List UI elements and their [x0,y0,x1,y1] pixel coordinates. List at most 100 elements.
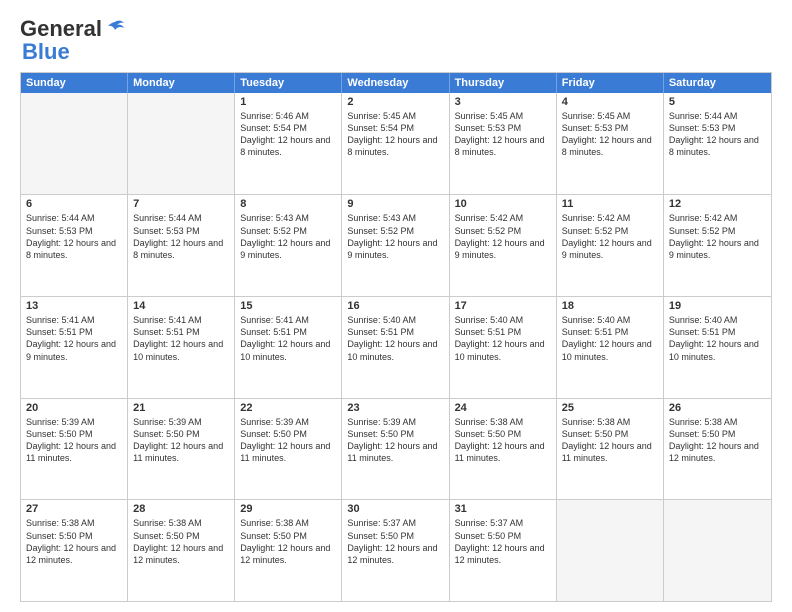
day-cell-31: 31 Sunrise: 5:37 AMSunset: 5:50 PMDaylig… [450,500,557,601]
day-number: 24 [455,402,551,414]
day-cell-2: 2 Sunrise: 5:45 AMSunset: 5:54 PMDayligh… [342,93,449,195]
day-cell-29: 29 Sunrise: 5:38 AMSunset: 5:50 PMDaylig… [235,500,342,601]
day-number: 7 [133,198,229,210]
day-cell-14: 14 Sunrise: 5:41 AMSunset: 5:51 PMDaylig… [128,297,235,398]
day-cell-19: 19 Sunrise: 5:40 AMSunset: 5:51 PMDaylig… [664,297,771,398]
day-number: 3 [455,96,551,108]
day-cell-22: 22 Sunrise: 5:39 AMSunset: 5:50 PMDaylig… [235,399,342,500]
day-cell-10: 10 Sunrise: 5:42 AMSunset: 5:52 PMDaylig… [450,195,557,296]
day-cell-11: 11 Sunrise: 5:42 AMSunset: 5:52 PMDaylig… [557,195,664,296]
day-info: Sunrise: 5:39 AMSunset: 5:50 PMDaylight:… [133,416,229,465]
calendar-header: SundayMondayTuesdayWednesdayThursdayFrid… [21,73,771,93]
day-info: Sunrise: 5:42 AMSunset: 5:52 PMDaylight:… [455,212,551,261]
day-cell-8: 8 Sunrise: 5:43 AMSunset: 5:52 PMDayligh… [235,195,342,296]
header-day-thursday: Thursday [450,73,557,93]
day-info: Sunrise: 5:38 AMSunset: 5:50 PMDaylight:… [562,416,658,465]
day-info: Sunrise: 5:38 AMSunset: 5:50 PMDaylight:… [669,416,766,465]
day-cell-20: 20 Sunrise: 5:39 AMSunset: 5:50 PMDaylig… [21,399,128,500]
day-info: Sunrise: 5:40 AMSunset: 5:51 PMDaylight:… [347,314,443,363]
day-info: Sunrise: 5:46 AMSunset: 5:54 PMDaylight:… [240,110,336,159]
day-number: 22 [240,402,336,414]
header-day-sunday: Sunday [21,73,128,93]
day-cell-28: 28 Sunrise: 5:38 AMSunset: 5:50 PMDaylig… [128,500,235,601]
empty-cell [664,500,771,601]
day-number: 5 [669,96,766,108]
day-info: Sunrise: 5:37 AMSunset: 5:50 PMDaylight:… [347,517,443,566]
day-cell-16: 16 Sunrise: 5:40 AMSunset: 5:51 PMDaylig… [342,297,449,398]
empty-cell [21,93,128,195]
header-day-wednesday: Wednesday [342,73,449,93]
day-info: Sunrise: 5:44 AMSunset: 5:53 PMDaylight:… [669,110,766,159]
day-number: 25 [562,402,658,414]
header-day-friday: Friday [557,73,664,93]
header-day-monday: Monday [128,73,235,93]
header-day-saturday: Saturday [664,73,771,93]
day-number: 12 [669,198,766,210]
day-cell-12: 12 Sunrise: 5:42 AMSunset: 5:52 PMDaylig… [664,195,771,296]
day-cell-27: 27 Sunrise: 5:38 AMSunset: 5:50 PMDaylig… [21,500,128,601]
day-cell-30: 30 Sunrise: 5:37 AMSunset: 5:50 PMDaylig… [342,500,449,601]
day-number: 20 [26,402,122,414]
day-cell-17: 17 Sunrise: 5:40 AMSunset: 5:51 PMDaylig… [450,297,557,398]
day-number: 16 [347,300,443,312]
day-info: Sunrise: 5:42 AMSunset: 5:52 PMDaylight:… [562,212,658,261]
day-cell-1: 1 Sunrise: 5:46 AMSunset: 5:54 PMDayligh… [235,93,342,195]
calendar-row-4: 27 Sunrise: 5:38 AMSunset: 5:50 PMDaylig… [21,499,771,601]
header: General Blue [20,16,772,62]
day-info: Sunrise: 5:41 AMSunset: 5:51 PMDaylight:… [133,314,229,363]
day-info: Sunrise: 5:43 AMSunset: 5:52 PMDaylight:… [347,212,443,261]
day-info: Sunrise: 5:38 AMSunset: 5:50 PMDaylight:… [240,517,336,566]
day-number: 18 [562,300,658,312]
day-number: 8 [240,198,336,210]
day-number: 26 [669,402,766,414]
day-info: Sunrise: 5:38 AMSunset: 5:50 PMDaylight:… [26,517,122,566]
day-cell-13: 13 Sunrise: 5:41 AMSunset: 5:51 PMDaylig… [21,297,128,398]
day-number: 21 [133,402,229,414]
day-cell-15: 15 Sunrise: 5:41 AMSunset: 5:51 PMDaylig… [235,297,342,398]
day-number: 13 [26,300,122,312]
day-number: 1 [240,96,336,108]
day-info: Sunrise: 5:39 AMSunset: 5:50 PMDaylight:… [26,416,122,465]
day-cell-3: 3 Sunrise: 5:45 AMSunset: 5:53 PMDayligh… [450,93,557,195]
day-number: 19 [669,300,766,312]
day-cell-21: 21 Sunrise: 5:39 AMSunset: 5:50 PMDaylig… [128,399,235,500]
day-info: Sunrise: 5:40 AMSunset: 5:51 PMDaylight:… [669,314,766,363]
day-info: Sunrise: 5:43 AMSunset: 5:52 PMDaylight:… [240,212,336,261]
day-number: 23 [347,402,443,414]
day-number: 2 [347,96,443,108]
calendar-row-3: 20 Sunrise: 5:39 AMSunset: 5:50 PMDaylig… [21,398,771,500]
day-number: 14 [133,300,229,312]
day-cell-18: 18 Sunrise: 5:40 AMSunset: 5:51 PMDaylig… [557,297,664,398]
day-number: 4 [562,96,658,108]
day-number: 15 [240,300,336,312]
day-number: 31 [455,503,551,515]
day-cell-5: 5 Sunrise: 5:44 AMSunset: 5:53 PMDayligh… [664,93,771,195]
calendar-row-2: 13 Sunrise: 5:41 AMSunset: 5:51 PMDaylig… [21,296,771,398]
day-number: 30 [347,503,443,515]
logo-bird-icon [104,18,126,40]
day-info: Sunrise: 5:44 AMSunset: 5:53 PMDaylight:… [26,212,122,261]
page: General Blue SundayMondayTuesdayWednesda… [0,0,792,612]
day-info: Sunrise: 5:41 AMSunset: 5:51 PMDaylight:… [240,314,336,363]
day-info: Sunrise: 5:45 AMSunset: 5:53 PMDaylight:… [455,110,551,159]
day-number: 28 [133,503,229,515]
day-info: Sunrise: 5:37 AMSunset: 5:50 PMDaylight:… [455,517,551,566]
logo-blue: Blue [22,42,70,62]
calendar-row-1: 6 Sunrise: 5:44 AMSunset: 5:53 PMDayligh… [21,194,771,296]
empty-cell [557,500,664,601]
day-info: Sunrise: 5:42 AMSunset: 5:52 PMDaylight:… [669,212,766,261]
logo: General Blue [20,16,126,62]
calendar-row-0: 1 Sunrise: 5:46 AMSunset: 5:54 PMDayligh… [21,93,771,195]
day-info: Sunrise: 5:38 AMSunset: 5:50 PMDaylight:… [455,416,551,465]
day-number: 11 [562,198,658,210]
day-cell-9: 9 Sunrise: 5:43 AMSunset: 5:52 PMDayligh… [342,195,449,296]
day-info: Sunrise: 5:45 AMSunset: 5:53 PMDaylight:… [562,110,658,159]
day-number: 27 [26,503,122,515]
logo-general: General [20,16,102,41]
empty-cell [128,93,235,195]
day-cell-24: 24 Sunrise: 5:38 AMSunset: 5:50 PMDaylig… [450,399,557,500]
day-cell-7: 7 Sunrise: 5:44 AMSunset: 5:53 PMDayligh… [128,195,235,296]
header-day-tuesday: Tuesday [235,73,342,93]
day-cell-4: 4 Sunrise: 5:45 AMSunset: 5:53 PMDayligh… [557,93,664,195]
day-info: Sunrise: 5:44 AMSunset: 5:53 PMDaylight:… [133,212,229,261]
